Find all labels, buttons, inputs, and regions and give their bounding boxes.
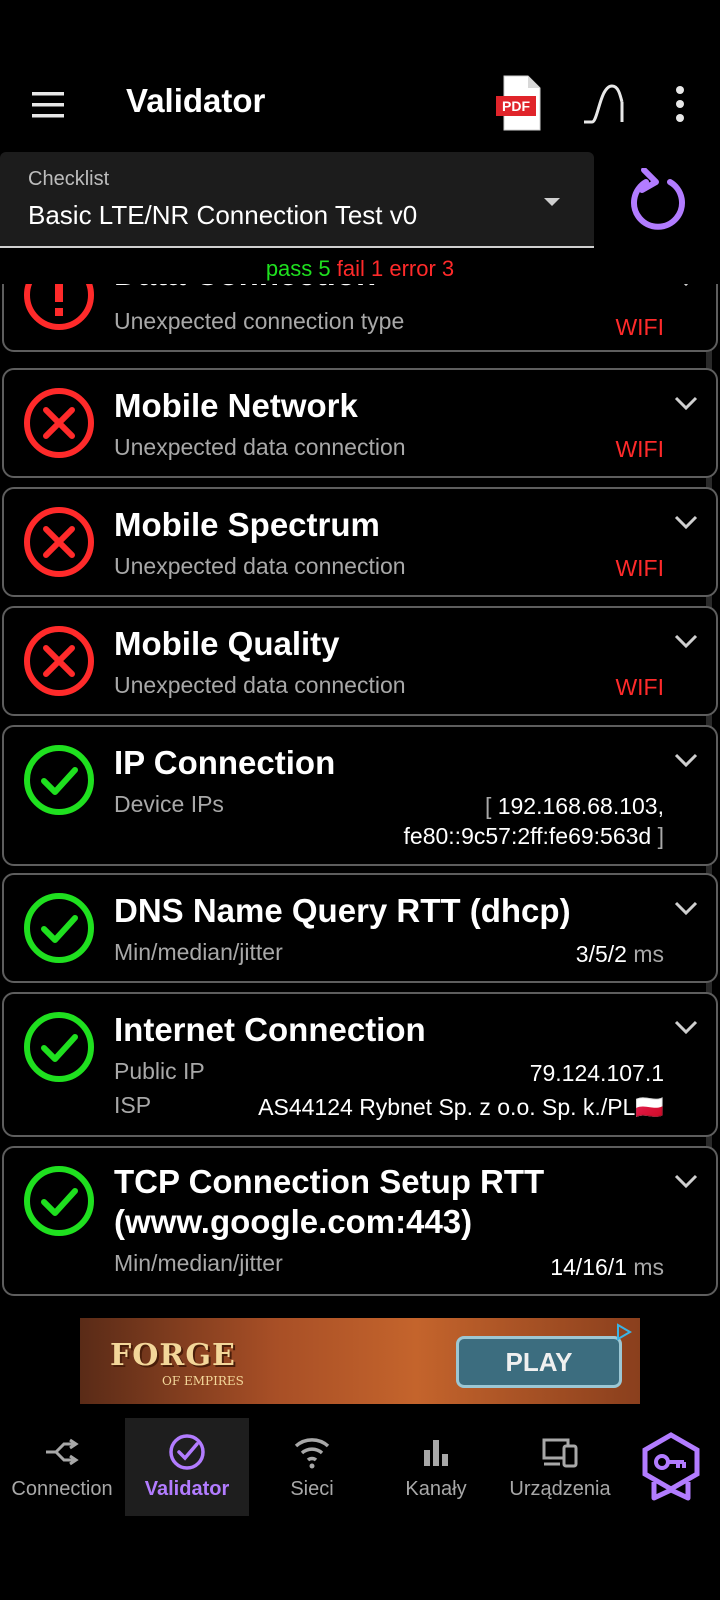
- premium-key-icon[interactable]: [640, 1432, 702, 1502]
- card-row-label: Min/median/jitter: [114, 1250, 283, 1276]
- page-title: Validator: [126, 82, 266, 119]
- connection-icon: [46, 1438, 79, 1466]
- adchoices-icon[interactable]: [614, 1322, 634, 1342]
- pdf-icon[interactable]: PDF: [496, 74, 546, 134]
- bracket-close: ]: [657, 823, 664, 849]
- flag-icon: 🇵🇱: [635, 1094, 664, 1120]
- pass-icon: [24, 893, 94, 963]
- card-row-value: WIFI: [615, 436, 664, 462]
- card-row-label: Unexpected connection type: [114, 308, 405, 334]
- chevron-down-icon[interactable]: [674, 1174, 698, 1188]
- chevron-down-icon[interactable]: [674, 396, 698, 410]
- error-icon: [24, 284, 94, 330]
- summary-status: pass 5 fail 1 error 3: [0, 256, 720, 282]
- chevron-down-icon[interactable]: [674, 515, 698, 529]
- result-card-mobile-quality[interactable]: Mobile Quality Unexpected data connectio…: [2, 606, 718, 716]
- chevron-down-icon[interactable]: [674, 284, 698, 286]
- card-row-label: Public IP: [114, 1058, 205, 1084]
- pass-icon: [24, 1012, 94, 1082]
- nav-kanaly[interactable]: Kanały: [374, 1418, 498, 1516]
- rtt-unit: ms: [633, 941, 664, 967]
- more-vert-icon[interactable]: [668, 82, 692, 126]
- device-ips-value: [ 192.168.68.103, fe80::9c57:2ff:fe69:56…: [404, 791, 664, 851]
- nav-label: Connection: [11, 1478, 113, 1500]
- refresh-icon[interactable]: [626, 168, 690, 234]
- card-row-value: 3/5/2 ms: [576, 941, 664, 968]
- app-bar: Validator PDF: [0, 60, 720, 150]
- ad-play-button[interactable]: PLAY: [456, 1336, 622, 1388]
- card-row-label: Unexpected data connection: [114, 434, 406, 460]
- curve-icon[interactable]: [582, 82, 628, 126]
- isp-value: AS44124 Rybnet Sp. z o.o. Sp. k./PL🇵🇱: [258, 1094, 664, 1121]
- ad-brand: FORGE: [110, 1338, 236, 1373]
- ip-v6: fe80::9c57:2ff:fe69:563d: [403, 823, 652, 849]
- card-title: Mobile Spectrum: [114, 506, 380, 543]
- checklist-select[interactable]: Checklist Basic LTE/NR Connection Test v…: [0, 152, 594, 248]
- fail-icon: [24, 626, 94, 696]
- bar-chart-icon: [424, 1440, 448, 1466]
- result-card-internet-connection[interactable]: Internet Connection Public IP 79.124.107…: [2, 992, 718, 1137]
- fail-icon: [24, 507, 94, 577]
- card-title: TCP Connection Setup RTT (www.google.com…: [114, 1163, 545, 1240]
- card-row-label: Unexpected data connection: [114, 553, 406, 579]
- validator-icon: [169, 1434, 205, 1470]
- card-row-value: 14/16/1 ms: [550, 1254, 664, 1281]
- pdf-label: PDF: [502, 98, 530, 114]
- result-card-ip-connection[interactable]: IP Connection Device IPs [ 192.168.68.10…: [2, 725, 718, 866]
- nav-sieci[interactable]: Sieci: [250, 1418, 374, 1516]
- nav-label: Validator: [144, 1478, 230, 1500]
- fail-icon: [24, 388, 94, 458]
- card-title: Data Connection: [114, 284, 674, 294]
- isp-name: AS44124 Rybnet Sp. z o.o. Sp. k./PL: [258, 1094, 636, 1120]
- card-row-label: Unexpected data connection: [114, 672, 406, 698]
- results-list: Data Connection Unexpected connection ty…: [0, 284, 720, 1300]
- chevron-down-icon: [544, 198, 560, 206]
- chevron-down-icon[interactable]: [674, 753, 698, 767]
- bracket-open: [: [484, 793, 492, 819]
- ip-v4: 192.168.68.103,: [497, 793, 664, 819]
- rtt-unit: ms: [633, 1254, 664, 1280]
- result-card-dns-query[interactable]: DNS Name Query RTT (dhcp) Min/median/jit…: [2, 873, 718, 983]
- nav-label: Urządzenia: [509, 1478, 611, 1500]
- pass-icon: [24, 1166, 94, 1236]
- public-ip-value: 79.124.107.1: [529, 1060, 664, 1086]
- result-card-mobile-network[interactable]: Mobile Network Unexpected data connectio…: [2, 368, 718, 478]
- nav-validator[interactable]: Validator: [125, 1418, 249, 1516]
- rtt-values: 14/16/1: [550, 1254, 627, 1280]
- card-title: Mobile Network: [114, 387, 358, 424]
- nav-label: Kanały: [405, 1478, 467, 1500]
- devices-icon: [542, 1438, 578, 1468]
- card-row-value: WIFI: [615, 314, 664, 340]
- ad-brand-sub: OF EMPIRES: [162, 1374, 244, 1388]
- card-row-label: Device IPs: [114, 791, 224, 817]
- card-row-value: WIFI: [615, 555, 664, 581]
- summary-error: error 3: [389, 256, 455, 281]
- card-row-label: Min/median/jitter: [114, 939, 283, 965]
- summary-pass: pass 5: [265, 256, 331, 281]
- card-title: IP Connection: [114, 744, 336, 781]
- result-card-data-connection[interactable]: Data Connection Unexpected connection ty…: [2, 284, 718, 352]
- checklist-value: Basic LTE/NR Connection Test v0: [28, 200, 418, 230]
- card-title: Mobile Quality: [114, 625, 340, 662]
- card-title: DNS Name Query RTT (dhcp): [114, 892, 571, 929]
- menu-icon[interactable]: [28, 88, 68, 122]
- pass-icon: [24, 745, 94, 815]
- card-title: Internet Connection: [114, 1011, 426, 1048]
- checklist-label: Checklist: [28, 168, 110, 190]
- chevron-down-icon[interactable]: [674, 634, 698, 648]
- nav-label: Sieci: [290, 1478, 334, 1500]
- card-row-label: ISP: [114, 1092, 152, 1118]
- wifi-icon: [294, 1438, 330, 1469]
- nav-connection[interactable]: Connection: [0, 1418, 124, 1516]
- summary-fail: fail 1: [336, 256, 384, 281]
- bottom-nav: Connection Validator Sieci Kanały Urządz…: [0, 1418, 720, 1516]
- nav-urzadzenia[interactable]: Urządzenia: [498, 1418, 622, 1516]
- card-row-value: WIFI: [615, 674, 664, 700]
- ad-banner[interactable]: FORGE OF EMPIRES PLAY: [80, 1318, 640, 1404]
- chevron-down-icon[interactable]: [674, 1020, 698, 1034]
- result-card-tcp-connection[interactable]: TCP Connection Setup RTT (www.google.com…: [2, 1146, 718, 1296]
- rtt-values: 3/5/2: [575, 941, 627, 967]
- chevron-down-icon[interactable]: [674, 901, 698, 915]
- result-card-mobile-spectrum[interactable]: Mobile Spectrum Unexpected data connecti…: [2, 487, 718, 597]
